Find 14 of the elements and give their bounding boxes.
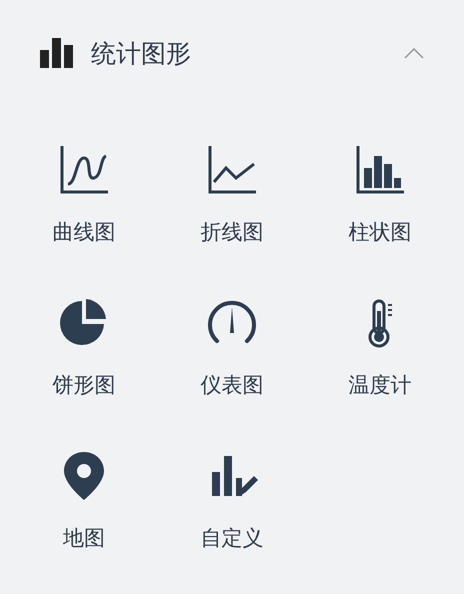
chart-type-label: 饼形图 <box>52 372 116 399</box>
chart-type-label: 温度计 <box>348 372 412 399</box>
curve-chart-icon[interactable] <box>58 144 110 196</box>
chart-type-label: 仪表图 <box>200 372 264 399</box>
line-chart-icon[interactable] <box>206 144 258 196</box>
chart-type-label: 柱状图 <box>348 219 412 246</box>
collapse-caret-icon[interactable] <box>404 48 424 58</box>
chart-type-label: 折线图 <box>200 219 264 246</box>
chart-type-label: 地图 <box>63 525 105 552</box>
chart-type-label: 曲线图 <box>52 219 116 246</box>
section-title: 统计图形 <box>91 38 192 70</box>
bar-chart-icon[interactable] <box>354 144 406 196</box>
chart-type-label: 自定义 <box>200 525 264 552</box>
bar-chart-icon <box>40 38 73 68</box>
